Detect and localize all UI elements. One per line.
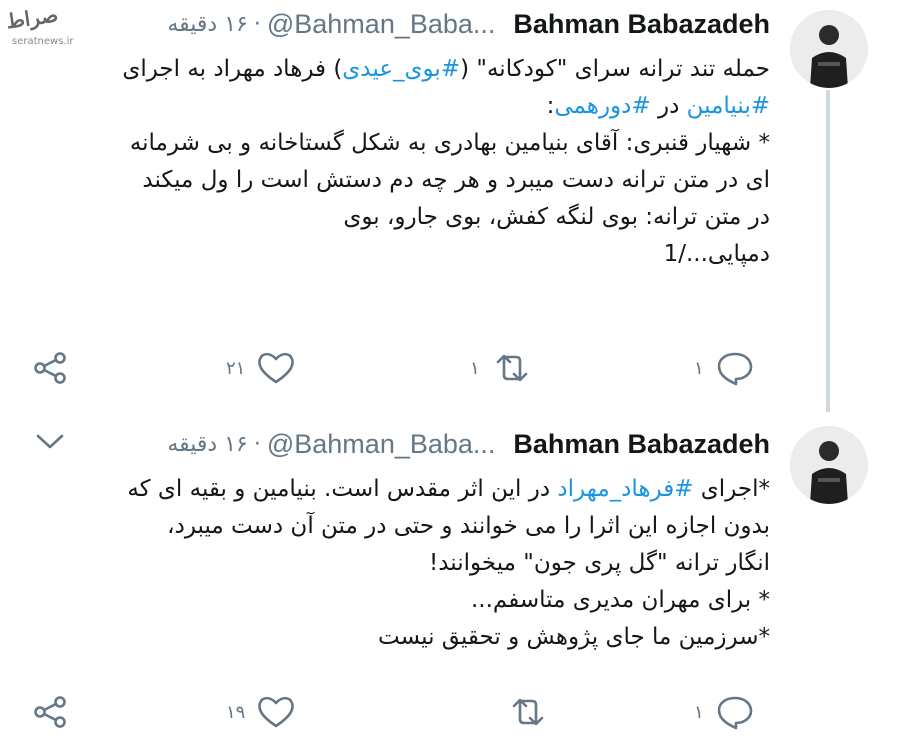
share-icon [34, 696, 66, 728]
tweet-text-line: دمپایی.../1 [40, 236, 770, 273]
tweet-text-line: *اجرای #فرهاد_مهراد در این اثر مقدس است.… [40, 471, 770, 508]
heart-icon [258, 696, 295, 728]
text-segment: *سرزمین ما جای پژوهش و تحقیق نیست [378, 624, 770, 650]
tweet-header: Bahman Babazadeh @Bahman_Baba... · ۱۶ دق… [167, 4, 770, 44]
tweet-text-line: *سرزمین ما جای پژوهش و تحقیق نیست [40, 619, 770, 656]
tweet-text: حمله تند ترانه سرای "کودکانه" (#بوی_عیدی… [40, 51, 770, 273]
text-segment: در این اثر مقدس است. بنیامین و بقیه ای ک… [127, 476, 558, 502]
reply-button[interactable]: ۱ [694, 690, 756, 734]
thread-connector-line [826, 90, 830, 412]
like-button[interactable]: ۲۱ [226, 346, 297, 390]
text-segment: در متن ترانه: بوی لنگه کفش، بوی جارو، بو… [343, 204, 770, 230]
text-segment: دمپایی.../1 [663, 241, 770, 267]
text-segment: حمله تند ترانه سرای "کودکانه" ( [460, 56, 770, 82]
watermark-logo: ﺻﺮﺍﻁ [4, 2, 60, 34]
text-segment: بدون اجازه این اثرا را می خوانند و حتی د… [167, 513, 770, 539]
tweet-text: *اجرای #فرهاد_مهراد در این اثر مقدس است.… [40, 471, 770, 656]
watermark-url: seratnews.ir [12, 36, 74, 47]
user-photo-icon [790, 426, 868, 504]
share-button[interactable] [30, 346, 70, 390]
tweet-text-line: * شهیار قنبری: آقای بنیامین بهادری به شک… [40, 125, 770, 162]
display-name[interactable]: Bahman Babazadeh [513, 9, 770, 40]
tweet-timestamp[interactable]: ۱۶ دقیقه [167, 12, 248, 37]
text-segment: *اجرای [693, 476, 770, 502]
hashtag-link[interactable]: #دورهمی [554, 93, 650, 119]
separator-dot: · [253, 431, 261, 457]
user-photo-icon [790, 10, 868, 88]
tweet-actions: ۲۱ ۱ ۱ [30, 346, 770, 390]
chevron-down-icon[interactable] [34, 432, 66, 452]
retweet-count: ۱ [470, 357, 480, 379]
like-count: ۲۱ [226, 357, 246, 379]
like-count: ۱۹ [226, 701, 246, 723]
display-name[interactable]: Bahman Babazadeh [513, 429, 770, 460]
text-segment: * شهیار قنبری: آقای بنیامین بهادری به شک… [129, 130, 770, 156]
tweet-text-line: ای در متن ترانه دست میبرد و هر چه دم دست… [40, 162, 770, 199]
retweet-button[interactable]: ۱ [470, 346, 534, 390]
text-segment: در [650, 93, 687, 119]
reply-icon [717, 352, 752, 386]
tweet-header: Bahman Babazadeh @Bahman_Baba... · ۱۶ دق… [167, 424, 770, 464]
retweet-button[interactable] [496, 690, 550, 734]
like-button[interactable]: ۱۹ [226, 690, 297, 734]
text-segment: * برای مهران مدیری متاسفم... [470, 587, 770, 613]
share-icon [34, 352, 66, 384]
text-segment: ای در متن ترانه دست میبرد و هر چه دم دست… [142, 167, 770, 193]
hashtag-link[interactable]: #بوی_عیدی [342, 56, 460, 82]
retweet-icon [496, 354, 527, 382]
text-segment: ) فرهاد مهراد به اجرای [122, 56, 343, 82]
hashtag-link[interactable]: #فرهاد_مهراد [557, 476, 693, 502]
text-segment: انگار ترانه "گل پری جون" میخوانند! [428, 550, 770, 576]
user-handle[interactable]: @Bahman_Baba... [267, 429, 496, 460]
tweet-text-line: بدون اجازه این اثرا را می خوانند و حتی د… [40, 508, 770, 545]
tweet-text-line: حمله تند ترانه سرای "کودکانه" (#بوی_عیدی… [40, 51, 770, 88]
avatar[interactable] [790, 426, 868, 504]
reply-icon [717, 696, 752, 730]
reply-button[interactable]: ۱ [694, 346, 756, 390]
heart-icon [258, 352, 295, 384]
tweet-text-line: * برای مهران مدیری متاسفم... [40, 582, 770, 619]
user-handle[interactable]: @Bahman_Baba... [267, 9, 496, 40]
share-button[interactable] [30, 690, 70, 734]
separator-dot: · [253, 11, 261, 37]
hashtag-link[interactable]: #بنیامین [687, 93, 770, 119]
tweet-text-line: در متن ترانه: بوی لنگه کفش، بوی جارو، بو… [40, 199, 770, 236]
reply-count: ۱ [694, 357, 704, 379]
retweet-icon [512, 698, 544, 726]
tweet-text-line: #بنیامین در #دورهمی: [40, 88, 770, 125]
tweet-actions: ۱۹ ۱ [30, 690, 770, 734]
tweet-timestamp[interactable]: ۱۶ دقیقه [167, 432, 248, 457]
tweet-text-line: انگار ترانه "گل پری جون" میخوانند! [40, 545, 770, 582]
reply-count: ۱ [694, 701, 704, 723]
avatar[interactable] [790, 10, 868, 88]
watermark: ﺻﺮﺍﻁ seratnews.ir [4, 2, 98, 48]
